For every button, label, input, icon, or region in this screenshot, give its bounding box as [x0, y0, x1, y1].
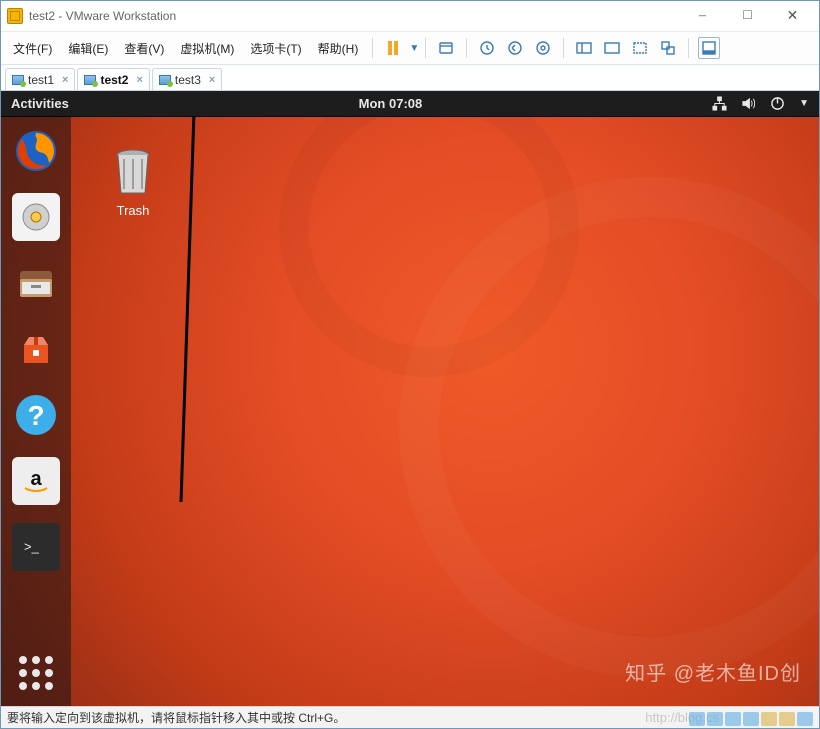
- device-sound-icon[interactable]: [761, 712, 777, 726]
- watermark-zhihu: 知乎 @老木鱼ID创: [625, 657, 801, 686]
- svg-text:a: a: [30, 468, 42, 490]
- menubar: 文件(F) 编辑(E) 查看(V) 虚拟机(M) 选项卡(T) 帮助(H) ▼: [1, 31, 819, 65]
- system-menu[interactable]: ▼: [712, 96, 809, 111]
- svg-text:?: ?: [27, 400, 44, 431]
- snapshot-revert-button[interactable]: [504, 37, 526, 59]
- device-usb-icon[interactable]: [743, 712, 759, 726]
- vm-icon: [12, 75, 24, 85]
- activities-button[interactable]: Activities: [11, 96, 69, 111]
- tab-label: test2: [100, 73, 128, 87]
- menu-tabs[interactable]: 选项卡(T): [242, 36, 309, 61]
- vmware-logo-icon: [7, 8, 23, 24]
- separator: [425, 38, 426, 58]
- snapshot-manager-button[interactable]: [532, 37, 554, 59]
- view-sidebar-button[interactable]: [573, 37, 595, 59]
- clock[interactable]: Mon 07:08: [359, 96, 423, 111]
- device-printer-icon[interactable]: [779, 712, 795, 726]
- device-hdd-icon[interactable]: [689, 712, 705, 726]
- dock-files[interactable]: [12, 259, 60, 307]
- dock-rhythmbox[interactable]: [12, 193, 60, 241]
- statusbar: 要将输入定向到该虚拟机，请将鼠标指针移入其中或按 Ctrl+G。 http://…: [1, 706, 819, 728]
- vm-icon: [159, 75, 171, 85]
- separator: [688, 38, 689, 58]
- menu-file[interactable]: 文件(F): [5, 36, 60, 61]
- titlebar: test2 - VMware Workstation – □ ✕: [1, 1, 819, 31]
- device-net-icon[interactable]: [725, 712, 741, 726]
- dock-terminal[interactable]: >_: [12, 523, 60, 571]
- dock-amazon[interactable]: a: [12, 457, 60, 505]
- menu-view[interactable]: 查看(V): [116, 36, 172, 61]
- vmware-window: test2 - VMware Workstation – □ ✕ 文件(F) 编…: [0, 0, 820, 729]
- chevron-down-icon: ▼: [799, 98, 809, 109]
- vm-tabs: test1 × test2 × test3 ×: [1, 65, 819, 91]
- vm-icon: [84, 75, 96, 85]
- window-controls: – □ ✕: [680, 2, 815, 30]
- unity-button[interactable]: [657, 37, 679, 59]
- maximize-button[interactable]: □: [725, 2, 770, 30]
- tab-label: test3: [175, 73, 201, 87]
- view-console-button[interactable]: [601, 37, 623, 59]
- snapshot-button[interactable]: [476, 37, 498, 59]
- ubuntu-desktop[interactable]: ? a >_ Trash: [1, 117, 819, 706]
- tab-test2[interactable]: test2 ×: [77, 68, 149, 90]
- power-icon: [770, 96, 785, 111]
- send-ctrl-alt-del-button[interactable]: [435, 37, 457, 59]
- separator: [466, 38, 467, 58]
- network-icon: [712, 96, 727, 111]
- power-dropdown[interactable]: ▼: [409, 43, 419, 54]
- window-title: test2 - VMware Workstation: [29, 9, 680, 23]
- fullscreen-button[interactable]: [629, 37, 651, 59]
- vm-device-icons: [689, 712, 813, 726]
- tab-test3[interactable]: test3 ×: [152, 68, 222, 90]
- desktop-trash[interactable]: Trash: [111, 147, 155, 218]
- menu-vm[interactable]: 虚拟机(M): [172, 36, 242, 61]
- close-button[interactable]: ✕: [770, 2, 815, 30]
- menu-edit[interactable]: 编辑(E): [60, 36, 116, 61]
- separator: [563, 38, 564, 58]
- svg-text:>_: >_: [24, 539, 40, 554]
- close-tab-button[interactable]: ×: [62, 74, 68, 86]
- status-hint: 要将输入定向到该虚拟机，请将鼠标指针移入其中或按 Ctrl+G。: [7, 709, 345, 726]
- device-display-icon[interactable]: [797, 712, 813, 726]
- pause-vm-button[interactable]: [382, 37, 404, 59]
- volume-icon: [741, 96, 756, 111]
- minimize-button[interactable]: –: [680, 2, 725, 30]
- thumbnail-bar-button[interactable]: [698, 37, 720, 59]
- close-tab-button[interactable]: ×: [136, 74, 142, 86]
- dock: ? a >_: [1, 117, 71, 706]
- menu-help[interactable]: 帮助(H): [310, 36, 367, 61]
- dock-apps-grid[interactable]: [19, 656, 53, 690]
- vm-display[interactable]: Activities Mon 07:08 ▼: [1, 91, 819, 706]
- dock-software[interactable]: [12, 325, 60, 373]
- dock-help[interactable]: ?: [12, 391, 60, 439]
- device-cd-icon[interactable]: [707, 712, 723, 726]
- separator: [372, 38, 373, 58]
- trash-icon: [111, 147, 155, 197]
- gnome-top-bar: Activities Mon 07:08 ▼: [1, 91, 819, 117]
- close-tab-button[interactable]: ×: [209, 74, 215, 86]
- trash-label: Trash: [111, 203, 155, 218]
- tab-test1[interactable]: test1 ×: [5, 68, 75, 90]
- dock-firefox[interactable]: [12, 127, 60, 175]
- tab-label: test1: [28, 73, 54, 87]
